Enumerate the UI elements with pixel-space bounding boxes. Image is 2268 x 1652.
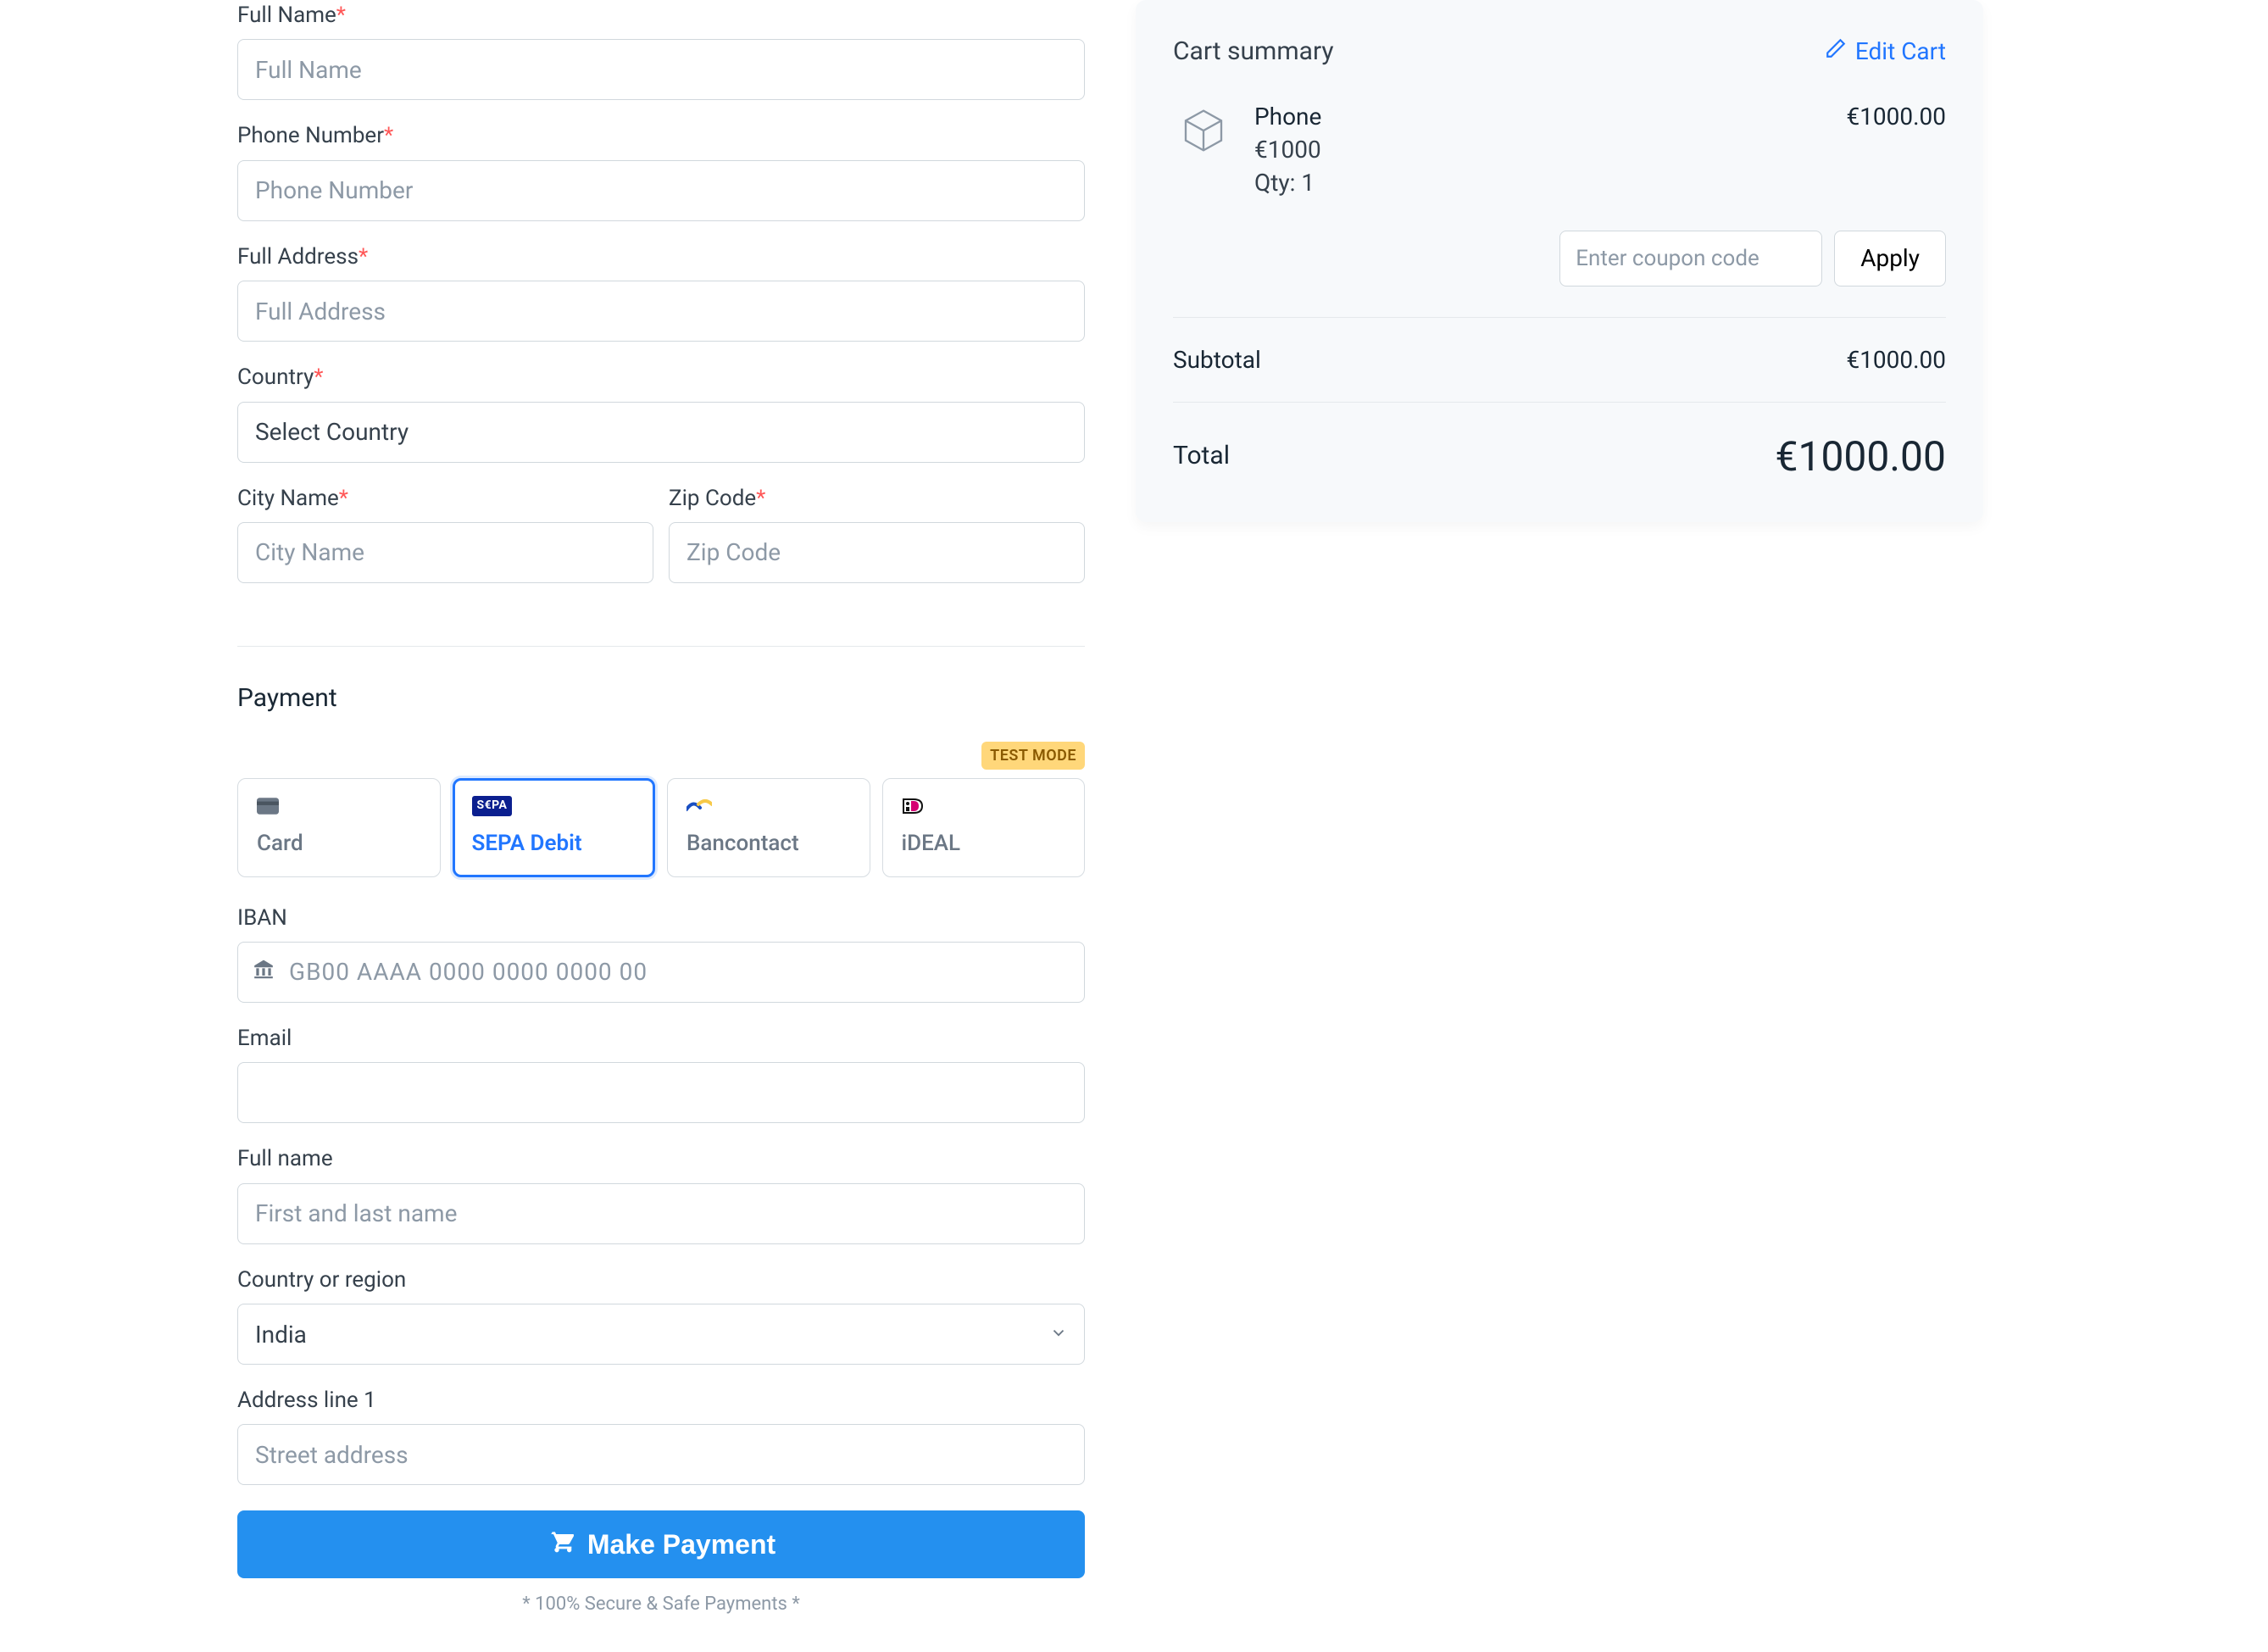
iban-label: IBAN bbox=[237, 903, 1085, 933]
cart-summary-title: Cart summary bbox=[1173, 34, 1334, 70]
email-input[interactable] bbox=[237, 1062, 1085, 1123]
ideal-icon bbox=[902, 796, 1066, 816]
payment-fullname-input[interactable] bbox=[237, 1183, 1085, 1244]
package-icon bbox=[1173, 100, 1234, 161]
edit-cart-label: Edit Cart bbox=[1855, 35, 1946, 68]
coupon-input[interactable] bbox=[1559, 231, 1822, 286]
full-name-input[interactable] bbox=[237, 39, 1085, 100]
bank-icon bbox=[253, 955, 275, 988]
phone-input[interactable] bbox=[237, 160, 1085, 221]
tab-ideal-label: iDEAL bbox=[902, 828, 1066, 859]
item-line-total: €1000.00 bbox=[1846, 100, 1946, 200]
payment-heading: Payment bbox=[237, 681, 1085, 716]
item-unit-price: €1000 bbox=[1254, 133, 1826, 166]
section-divider bbox=[237, 646, 1085, 647]
bancontact-icon bbox=[687, 796, 851, 816]
zip-label: Zip Code* bbox=[669, 483, 1085, 514]
country-region-select[interactable]: India bbox=[237, 1304, 1085, 1365]
tab-sepa-label: SEPA Debit bbox=[472, 828, 636, 859]
payment-fullname-label: Full name bbox=[237, 1143, 1085, 1174]
addr1-input[interactable] bbox=[237, 1424, 1085, 1485]
addr1-label: Address line 1 bbox=[237, 1385, 1085, 1416]
secure-note: * 100% Secure & Safe Payments * bbox=[237, 1592, 1085, 1618]
city-label: City Name* bbox=[237, 483, 653, 514]
subtotal-value: €1000.00 bbox=[1846, 343, 1946, 376]
make-payment-button[interactable]: Make Payment bbox=[237, 1510, 1085, 1578]
pencil-icon bbox=[1825, 35, 1847, 68]
phone-label: Phone Number* bbox=[237, 120, 1085, 151]
subtotal-label: Subtotal bbox=[1173, 343, 1261, 376]
tab-card-label: Card bbox=[257, 828, 421, 859]
item-name: Phone bbox=[1254, 100, 1826, 133]
iban-input[interactable] bbox=[237, 942, 1085, 1003]
make-payment-label: Make Payment bbox=[587, 1529, 775, 1560]
tab-bancontact-label: Bancontact bbox=[687, 828, 851, 859]
city-input[interactable] bbox=[237, 522, 653, 583]
total-value: €1000.00 bbox=[1776, 428, 1947, 485]
address-input[interactable] bbox=[237, 281, 1085, 342]
payment-tab-card[interactable]: Card bbox=[237, 778, 441, 876]
sepa-icon: S€PA bbox=[472, 796, 636, 816]
zip-input[interactable] bbox=[669, 522, 1085, 583]
apply-coupon-button[interactable]: Apply bbox=[1834, 231, 1946, 286]
cart-summary-card: Cart summary Edit Cart Phone €1000 Qty: … bbox=[1136, 0, 1983, 522]
address-label: Full Address* bbox=[237, 242, 1085, 272]
total-label: Total bbox=[1173, 438, 1230, 474]
payment-tab-sepa[interactable]: S€PA SEPA Debit bbox=[453, 778, 656, 876]
item-qty: Qty: 1 bbox=[1254, 166, 1826, 199]
cart-icon bbox=[547, 1527, 574, 1561]
country-select[interactable]: Select Country bbox=[237, 402, 1085, 463]
full-name-label: Full Name* bbox=[237, 0, 1085, 31]
cart-item: Phone €1000 Qty: 1 €1000.00 bbox=[1173, 100, 1946, 200]
card-icon bbox=[257, 796, 421, 816]
email-label: Email bbox=[237, 1023, 1085, 1054]
country-label: Country* bbox=[237, 362, 1085, 392]
payment-tab-ideal[interactable]: iDEAL bbox=[882, 778, 1086, 876]
edit-cart-link[interactable]: Edit Cart bbox=[1825, 35, 1946, 68]
test-mode-badge: TEST MODE bbox=[981, 742, 1085, 770]
country-region-label: Country or region bbox=[237, 1265, 1085, 1295]
payment-tab-bancontact[interactable]: Bancontact bbox=[667, 778, 870, 876]
